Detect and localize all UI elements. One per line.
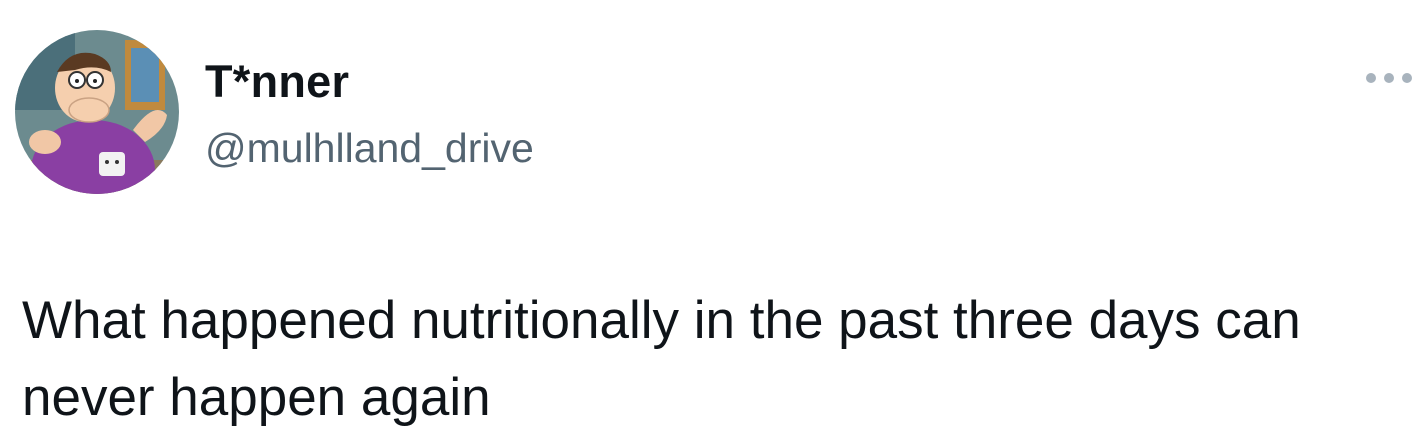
author-handle[interactable]: @mulhlland_drive — [205, 124, 534, 172]
avatar[interactable] — [15, 30, 179, 194]
more-dot — [1366, 73, 1376, 83]
author-display-name[interactable]: T*nner — [205, 56, 349, 108]
more-horizontal-icon[interactable] — [1366, 58, 1412, 98]
more-dot — [1384, 73, 1394, 83]
more-dot — [1402, 73, 1412, 83]
cartoon-character-avatar-icon — [15, 30, 179, 194]
tweet-card: T*nner @mulhlland_drive What happened nu… — [0, 0, 1426, 448]
tweet-text: What happened nutritionally in the past … — [22, 291, 1301, 427]
